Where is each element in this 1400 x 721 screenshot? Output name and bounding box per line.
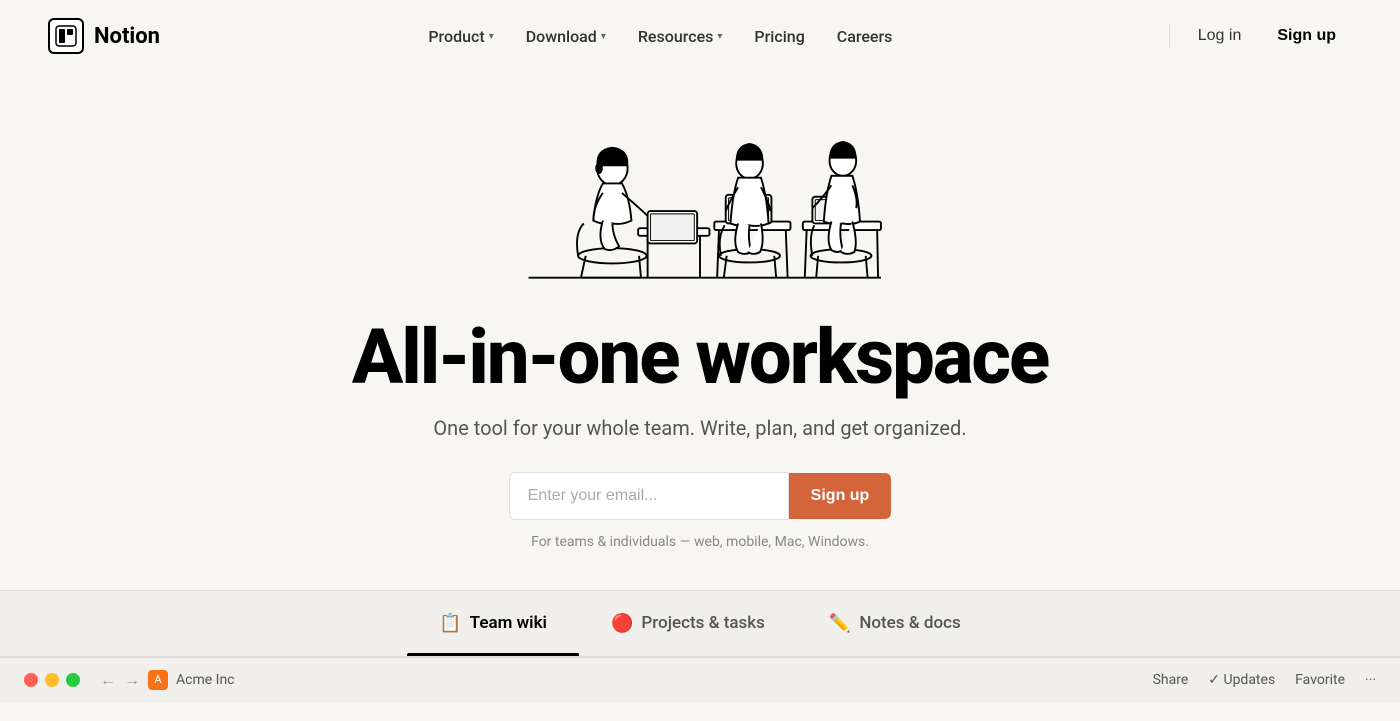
nav-pricing[interactable]: Pricing bbox=[740, 19, 818, 54]
breadcrumb: A Acme Inc bbox=[148, 670, 235, 690]
tab-projects-tasks[interactable]: 🔴 Projects & tasks bbox=[579, 591, 797, 656]
hero-form: Sign up bbox=[509, 472, 892, 520]
browser-actions: Share ✓ Updates Favorite ··· bbox=[1153, 672, 1376, 688]
nav-resources[interactable]: Resources ▾ bbox=[624, 19, 737, 54]
more-button[interactable]: ··· bbox=[1365, 672, 1376, 688]
login-button[interactable]: Log in bbox=[1182, 19, 1258, 53]
tab-icon-projects: 🔴 bbox=[611, 613, 633, 634]
email-input[interactable] bbox=[509, 472, 789, 520]
back-button[interactable]: ← bbox=[100, 670, 116, 690]
navbar: Notion Product ▾ Download ▾ Resources ▾ … bbox=[0, 0, 1400, 72]
hero-illustration bbox=[460, 92, 940, 292]
signup-nav-button[interactable]: Sign up bbox=[1261, 19, 1352, 53]
tabs-bar: 📋 Team wiki 🔴 Projects & tasks ✏️ Notes … bbox=[0, 591, 1400, 657]
signup-hero-button[interactable]: Sign up bbox=[789, 473, 892, 519]
chevron-down-icon: ▾ bbox=[717, 31, 722, 42]
hero-section: All-in-one workspace One tool for your w… bbox=[0, 72, 1400, 590]
nav-download[interactable]: Download ▾ bbox=[512, 19, 620, 54]
logo-link[interactable]: Notion bbox=[48, 18, 160, 54]
breadcrumb-text: Acme Inc bbox=[176, 672, 235, 688]
traffic-light-yellow[interactable] bbox=[45, 673, 59, 687]
forward-button[interactable]: → bbox=[124, 670, 140, 690]
browser-chrome-bar: ← → A Acme Inc Share ✓ Updates Favorite … bbox=[0, 657, 1400, 702]
logo-icon bbox=[48, 18, 84, 54]
nav-divider bbox=[1169, 24, 1170, 48]
share-button[interactable]: Share bbox=[1153, 672, 1189, 688]
nav-right: Log in Sign up bbox=[1161, 19, 1352, 53]
tabs-section: 📋 Team wiki 🔴 Projects & tasks ✏️ Notes … bbox=[0, 590, 1400, 702]
nav-careers[interactable]: Careers bbox=[823, 19, 907, 54]
hero-title: All-in-one workspace bbox=[352, 316, 1048, 400]
browser-controls: ← → A Acme Inc bbox=[100, 670, 1153, 690]
traffic-lights bbox=[24, 673, 80, 687]
traffic-light-green[interactable] bbox=[66, 673, 80, 687]
tab-icon-notes: ✏️ bbox=[829, 613, 851, 634]
nav-center: Product ▾ Download ▾ Resources ▾ Pricing… bbox=[414, 19, 906, 54]
hero-subtitle: One tool for your whole team. Write, pla… bbox=[433, 416, 966, 440]
logo-text: Notion bbox=[94, 24, 160, 49]
traffic-light-red[interactable] bbox=[24, 673, 38, 687]
tab-team-wiki[interactable]: 📋 Team wiki bbox=[407, 591, 579, 656]
tab-icon-team-wiki: 📋 bbox=[439, 613, 461, 634]
breadcrumb-icon: A bbox=[148, 670, 168, 690]
hero-disclaimer: For teams & individuals — web, mobile, M… bbox=[531, 534, 869, 550]
nav-product[interactable]: Product ▾ bbox=[414, 19, 507, 54]
chevron-down-icon: ▾ bbox=[489, 31, 494, 42]
favorite-button[interactable]: Favorite bbox=[1295, 672, 1345, 688]
updates-button[interactable]: ✓ Updates bbox=[1208, 672, 1275, 688]
chevron-down-icon: ▾ bbox=[601, 31, 606, 42]
tab-notes-docs[interactable]: ✏️ Notes & docs bbox=[797, 591, 993, 656]
